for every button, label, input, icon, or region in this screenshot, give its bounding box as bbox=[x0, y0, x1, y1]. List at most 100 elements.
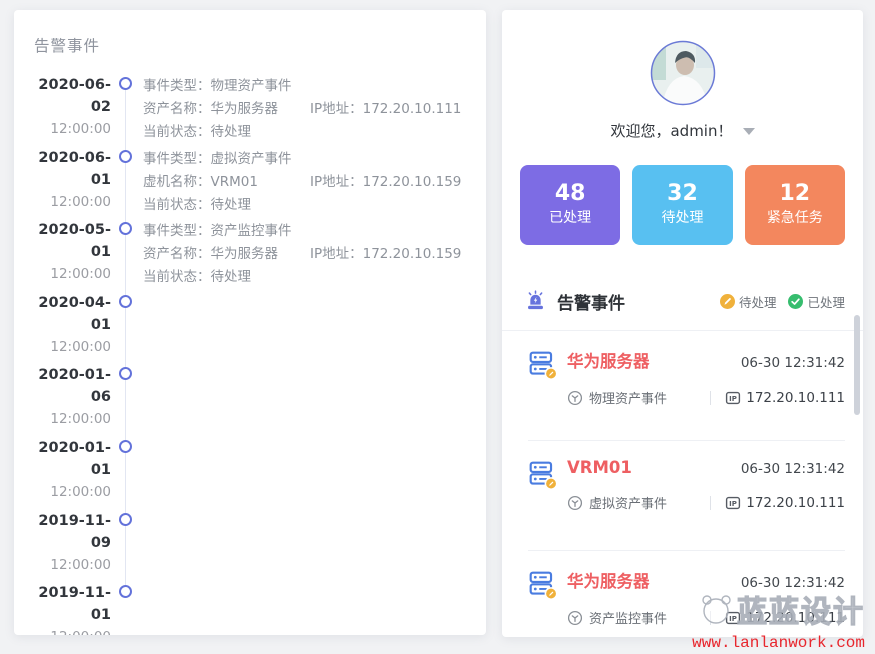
alert-timestamp: 06-30 12:31:42 bbox=[741, 355, 845, 371]
ip-badge-icon: IP bbox=[725, 495, 741, 511]
alerts-header: 告警事件 待处理 已处理 bbox=[524, 289, 845, 314]
event-type-line: 事件类型：虚拟资产事件 bbox=[143, 148, 486, 171]
timeline-detail bbox=[143, 437, 486, 438]
timeline-date-block: 2020-01-01 12:00:00 bbox=[28, 437, 111, 503]
server-icon bbox=[528, 460, 558, 550]
stat-label: 已处理 bbox=[549, 207, 591, 229]
alert-item[interactable]: 华为服务器 06-30 12:31:42 资产监控事件 bbox=[528, 551, 845, 637]
timeline-event: 2019-11-09 12:00:00 bbox=[14, 510, 486, 583]
alert-asset-name[interactable]: 华为服务器 bbox=[567, 568, 650, 592]
timeline-time: 12:00:00 bbox=[28, 336, 111, 358]
welcome-text: 欢迎您，admin！ bbox=[610, 120, 732, 141]
timeline-detail bbox=[143, 582, 486, 583]
timeline-date: 2019-11-09 bbox=[28, 510, 111, 554]
stat-label: 紧急任务 bbox=[767, 207, 823, 229]
ip-line: IP地址：172.20.10.111 bbox=[310, 101, 461, 117]
alert-event-type: 虚拟资产事件 bbox=[589, 493, 667, 512]
timeline-detail bbox=[143, 364, 486, 365]
stats-row: 48 已处理 32 待处理 12 紧急任务 bbox=[520, 165, 845, 245]
panel-title: 告警事件 bbox=[34, 34, 486, 56]
ip-badge-icon: IP bbox=[725, 390, 741, 406]
divider bbox=[710, 496, 711, 510]
ip-line: IP地址：172.20.10.159 bbox=[310, 246, 461, 262]
timeline-time: 12:00:00 bbox=[28, 118, 111, 140]
timeline-date-block: 2020-01-06 12:00:00 bbox=[28, 364, 111, 430]
timeline-date-block: 2020-06-01 12:00:00 bbox=[28, 147, 111, 213]
timeline-dot bbox=[119, 585, 132, 598]
user-dashboard-panel: 欢迎您，admin！ 48 已处理 32 待处理 12 紧急任务 告警事件 bbox=[502, 10, 863, 637]
alert-ip: 172.20.10.111 bbox=[746, 610, 845, 626]
stat-value: 12 bbox=[780, 181, 811, 207]
timeline-date: 2020-04-01 bbox=[28, 292, 111, 336]
legend-done: 已处理 bbox=[788, 292, 845, 311]
category-icon bbox=[567, 390, 583, 406]
timeline-time: 12:00:00 bbox=[28, 263, 111, 285]
pencil-circle-icon bbox=[720, 294, 735, 309]
stat-value: 32 bbox=[667, 181, 698, 207]
status-legend: 待处理 已处理 bbox=[720, 292, 845, 311]
stat-label: 待处理 bbox=[661, 207, 703, 229]
alerts-title: 告警事件 bbox=[557, 289, 625, 314]
timeline-dot bbox=[119, 150, 132, 163]
alert-list: 华为服务器 06-30 12:31:42 物理资产事件 bbox=[502, 331, 863, 637]
asset-name-line: 虚机名称：VRM01 bbox=[143, 171, 310, 194]
svg-text:IP: IP bbox=[729, 499, 737, 507]
timeline-time: 12:00:00 bbox=[28, 481, 111, 503]
user-menu[interactable]: 欢迎您，admin！ bbox=[502, 120, 863, 141]
event-type-line: 事件类型：资产监控事件 bbox=[143, 220, 486, 243]
timeline-detail: 事件类型：物理资产事件 资产名称：华为服务器IP地址：172.20.10.111… bbox=[143, 74, 486, 144]
legend-done-label: 已处理 bbox=[807, 292, 845, 311]
alert-item[interactable]: VRM01 06-30 12:31:42 虚拟资产事件 bbox=[528, 441, 845, 551]
timeline-date-block: 2019-11-01 12:00:00 bbox=[28, 582, 111, 635]
timeline-dot bbox=[119, 295, 132, 308]
status-line: 当前状态：待处理 bbox=[143, 121, 486, 144]
timeline-event: 2020-05-01 12:00:00 事件类型：资产监控事件 资产名称：华为服… bbox=[14, 219, 486, 292]
timeline-dot bbox=[119, 367, 132, 380]
timeline-time: 12:00:00 bbox=[28, 408, 111, 430]
svg-text:IP: IP bbox=[729, 394, 737, 402]
timeline-date-block: 2020-04-01 12:00:00 bbox=[28, 292, 111, 358]
legend-pending-label: 待处理 bbox=[739, 292, 777, 311]
timeline-time: 12:00:00 bbox=[28, 626, 111, 635]
svg-text:IP: IP bbox=[729, 614, 737, 622]
stat-value: 48 bbox=[555, 181, 586, 207]
timeline-event: 2019-11-01 12:00:00 bbox=[14, 582, 486, 635]
alert-event-type: 资产监控事件 bbox=[589, 608, 667, 627]
timeline-date: 2020-01-01 bbox=[28, 437, 111, 481]
timeline-date: 2019-11-01 bbox=[28, 582, 111, 626]
asset-name-line: 资产名称：华为服务器 bbox=[143, 243, 310, 266]
event-type-line: 事件类型：物理资产事件 bbox=[143, 75, 486, 98]
alert-item[interactable]: 华为服务器 06-30 12:31:42 物理资产事件 bbox=[528, 331, 845, 441]
alert-ip: 172.20.10.111 bbox=[746, 390, 845, 406]
timeline: 2020-06-02 12:00:00 事件类型：物理资产事件 资产名称：华为服… bbox=[14, 74, 486, 635]
check-circle-icon bbox=[788, 294, 803, 309]
avatar[interactable] bbox=[650, 40, 716, 106]
alert-timeline-panel: 告警事件 2020-06-02 12:00:00 事件类型：物理资产事件 资产名… bbox=[14, 10, 486, 635]
timeline-date-block: 2019-11-09 12:00:00 bbox=[28, 510, 111, 576]
divider bbox=[710, 391, 711, 405]
category-icon bbox=[567, 495, 583, 511]
ip-badge-icon: IP bbox=[725, 610, 741, 626]
alert-event-type: 物理资产事件 bbox=[589, 388, 667, 407]
divider bbox=[710, 611, 711, 625]
category-icon bbox=[567, 610, 583, 626]
stat-card-processed[interactable]: 48 已处理 bbox=[520, 165, 620, 245]
ip-line: IP地址：172.20.10.159 bbox=[310, 174, 461, 190]
alert-timestamp: 06-30 12:31:42 bbox=[741, 461, 845, 477]
server-icon bbox=[528, 570, 558, 637]
timeline-detail bbox=[143, 292, 486, 293]
scrollbar-thumb[interactable] bbox=[854, 315, 860, 415]
server-icon bbox=[528, 350, 558, 440]
timeline-date-block: 2020-06-02 12:00:00 bbox=[28, 74, 111, 140]
timeline-time: 12:00:00 bbox=[28, 554, 111, 576]
timeline-date-block: 2020-05-01 12:00:00 bbox=[28, 219, 111, 285]
timeline-date: 2020-06-02 bbox=[28, 74, 111, 118]
chevron-down-icon[interactable] bbox=[743, 128, 755, 135]
alert-asset-name[interactable]: 华为服务器 bbox=[567, 348, 650, 372]
alert-timestamp: 06-30 12:31:42 bbox=[741, 575, 845, 591]
stat-card-pending[interactable]: 32 待处理 bbox=[632, 165, 732, 245]
alert-asset-name[interactable]: VRM01 bbox=[567, 458, 632, 477]
stat-card-urgent[interactable]: 12 紧急任务 bbox=[745, 165, 845, 245]
timeline-event: 2020-06-02 12:00:00 事件类型：物理资产事件 资产名称：华为服… bbox=[14, 74, 486, 147]
siren-icon bbox=[524, 290, 547, 313]
